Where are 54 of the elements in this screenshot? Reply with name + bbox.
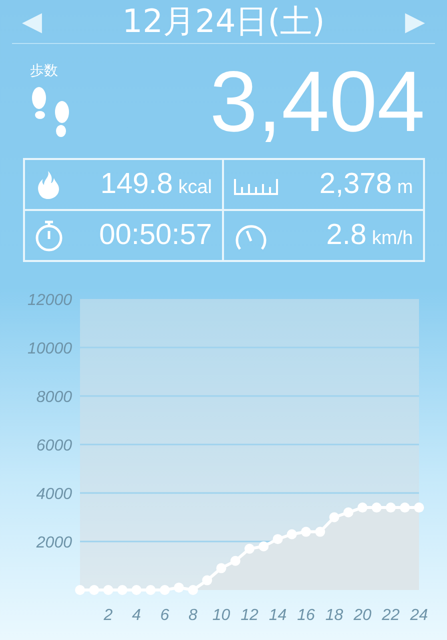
data-point <box>301 526 311 537</box>
x-tick-label: 16 <box>297 607 315 624</box>
y-tick-label: 10000 <box>28 340 72 358</box>
y-tick-label: 4000 <box>36 486 72 503</box>
flame-icon <box>35 170 61 200</box>
data-point <box>75 585 85 595</box>
x-tick-label: 24 <box>410 607 428 624</box>
stat-value: 2,378 m <box>319 168 413 201</box>
stat-value: 00:50:57 <box>99 219 212 252</box>
data-point <box>272 534 283 544</box>
next-day-button[interactable]: ▶ <box>395 8 435 34</box>
steps-label: 歩数 <box>30 62 58 80</box>
x-tick-label: 14 <box>268 607 287 624</box>
data-point <box>103 585 114 595</box>
data-point <box>286 529 297 540</box>
previous-day-button[interactable]: ◀ <box>12 8 52 34</box>
data-point <box>146 585 156 595</box>
x-tick-label: 12 <box>240 607 258 624</box>
x-tick-label: 10 <box>212 607 230 624</box>
data-point <box>89 585 100 595</box>
y-tick-label: 6000 <box>36 438 72 454</box>
stat-value: 149.8 kcal <box>100 168 212 201</box>
stopwatch-icon <box>35 220 63 252</box>
data-point <box>202 575 212 586</box>
data-point <box>160 585 170 595</box>
data-point <box>174 582 184 593</box>
data-point <box>132 585 142 595</box>
date-title: 12月24日(土) <box>122 0 325 42</box>
y-tick-label: 12000 <box>28 292 72 309</box>
data-point <box>343 507 354 518</box>
data-point <box>315 526 326 537</box>
x-tick-label: 8 <box>188 607 198 624</box>
y-tick-label: 2000 <box>36 534 72 552</box>
data-point <box>230 556 240 566</box>
x-tick-label: 20 <box>354 607 372 624</box>
data-point <box>414 502 424 513</box>
data-point <box>329 512 340 522</box>
data-point <box>400 502 410 513</box>
x-tick-label: 2 <box>104 607 113 624</box>
stat-value: 2.8 km/h <box>326 219 413 252</box>
data-point <box>117 585 128 595</box>
x-tick-label: 4 <box>132 607 141 624</box>
data-point <box>244 544 254 554</box>
data-point <box>216 563 226 574</box>
x-tick-label: 22 <box>382 607 400 624</box>
data-point <box>258 541 269 552</box>
data-point <box>372 502 382 513</box>
data-point <box>188 585 198 595</box>
y-tick-label: 8000 <box>36 389 72 406</box>
data-point <box>386 502 396 513</box>
step-count: 3,404 <box>210 59 425 145</box>
x-tick-label: 18 <box>325 607 344 624</box>
x-tick-label: 6 <box>160 607 170 624</box>
data-point <box>358 502 368 513</box>
